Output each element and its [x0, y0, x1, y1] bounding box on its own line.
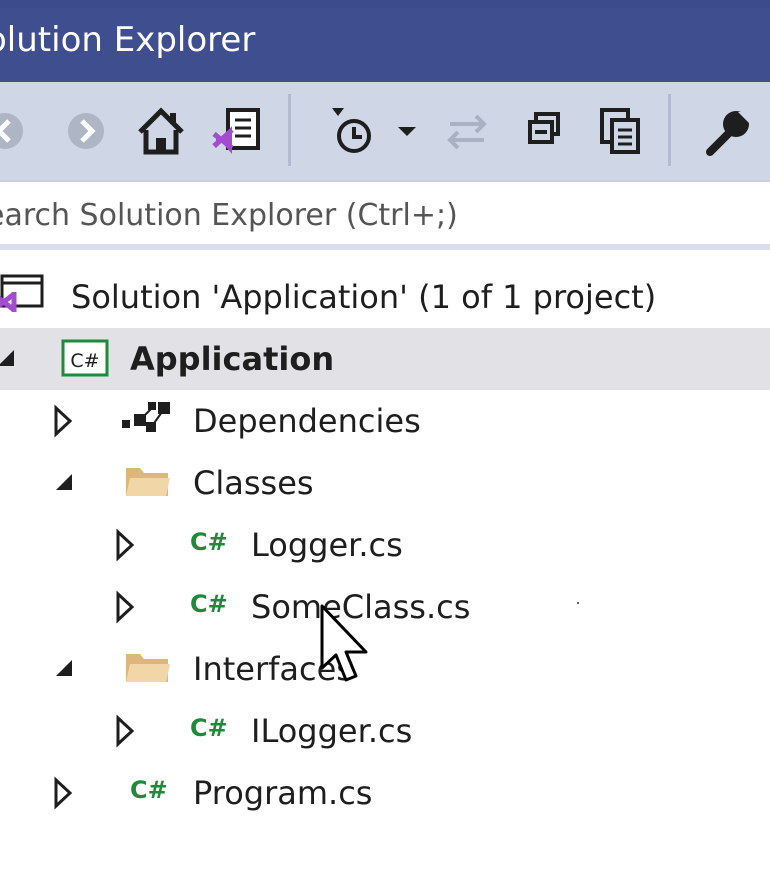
- window-title: olution Explorer: [0, 20, 256, 60]
- dropdown-arrow-icon: [398, 127, 416, 136]
- svg-text:C#: C#: [70, 350, 99, 372]
- tree-item-label: Solution 'Application' (1 of 1 project): [71, 278, 657, 316]
- tree-item-file[interactable]: C# ILogger.cs: [0, 700, 770, 762]
- expanded-caret-icon[interactable]: [52, 638, 76, 700]
- expanded-caret-icon[interactable]: [0, 328, 18, 390]
- arrow-right-icon: [68, 113, 104, 149]
- window-top-strip: [0, 0, 770, 8]
- mouse-cursor-icon: [320, 604, 368, 682]
- stray-dot: [577, 602, 579, 604]
- sync-active-document-button[interactable]: [438, 102, 496, 160]
- tree-item-label: Dependencies: [193, 402, 421, 440]
- clock-filter-icon: [332, 108, 371, 153]
- csharp-project-icon: C#: [60, 328, 112, 390]
- home-button[interactable]: [132, 102, 190, 160]
- dependencies-icon: [118, 390, 174, 452]
- title-bar: olution Explorer: [0, 8, 770, 82]
- vs-solution-icon: [0, 266, 50, 328]
- filter-dropdown-button[interactable]: [384, 102, 430, 160]
- folder-icon: [122, 638, 174, 700]
- tree-item-folder[interactable]: Interfaces: [0, 638, 770, 700]
- collapsed-caret-icon[interactable]: [52, 762, 76, 824]
- collapsed-caret-icon[interactable]: [114, 514, 138, 576]
- sync-arrows-icon: [447, 114, 487, 150]
- toolbar: [0, 82, 770, 246]
- arrow-left-icon: [0, 113, 23, 149]
- tree-item-label: Classes: [193, 464, 314, 502]
- back-button[interactable]: [0, 102, 34, 160]
- expanded-caret-icon[interactable]: [52, 452, 76, 514]
- search-input[interactable]: [0, 190, 756, 240]
- tree-item-file[interactable]: C# Logger.cs: [0, 514, 770, 576]
- csharp-file-icon: C#: [128, 762, 176, 824]
- csharp-file-icon: C#: [188, 576, 236, 638]
- tree-item-label: Logger.cs: [251, 526, 403, 564]
- tree-item-file[interactable]: C# Program.cs: [0, 762, 770, 824]
- svg-text:C#: C#: [130, 776, 168, 804]
- properties-button[interactable]: [700, 102, 758, 160]
- copy-files-icon: [600, 108, 640, 154]
- tree-item-file[interactable]: C# SomeClass.cs: [0, 576, 770, 638]
- toolbar-separator: [288, 94, 291, 166]
- home-icon: [138, 107, 184, 155]
- csharp-file-icon: C#: [188, 514, 236, 576]
- svg-text:C#: C#: [190, 714, 228, 742]
- tree-item-dependencies[interactable]: Dependencies: [0, 390, 770, 452]
- vs-solution-view-icon: [212, 108, 260, 154]
- toolbar-separator: [668, 94, 671, 166]
- wrench-icon: [706, 111, 750, 156]
- show-all-files-button[interactable]: [592, 102, 650, 160]
- collapsed-caret-icon[interactable]: [114, 700, 138, 762]
- collapse-all-icon: [528, 112, 560, 144]
- collapse-all-button[interactable]: [516, 102, 574, 160]
- svg-text:C#: C#: [190, 528, 228, 556]
- collapsed-caret-icon[interactable]: [52, 390, 76, 452]
- collapsed-caret-icon[interactable]: [114, 576, 138, 638]
- folder-icon: [122, 452, 174, 514]
- tree-item-folder[interactable]: Classes: [0, 452, 770, 514]
- tree-item-label: Program.cs: [193, 774, 373, 812]
- tree-item-solution[interactable]: Solution 'Application' (1 of 1 project): [0, 266, 770, 328]
- csharp-file-icon: C#: [188, 700, 236, 762]
- forward-button[interactable]: [57, 102, 115, 160]
- tree-item-project[interactable]: C# Application: [0, 328, 770, 390]
- pending-changes-filter-button[interactable]: [322, 102, 380, 160]
- switch-views-button[interactable]: [208, 102, 266, 160]
- tree-item-label: ILogger.cs: [251, 712, 413, 750]
- svg-text:C#: C#: [190, 590, 228, 618]
- search-box: [0, 180, 770, 250]
- tree-item-label: Application: [130, 340, 335, 378]
